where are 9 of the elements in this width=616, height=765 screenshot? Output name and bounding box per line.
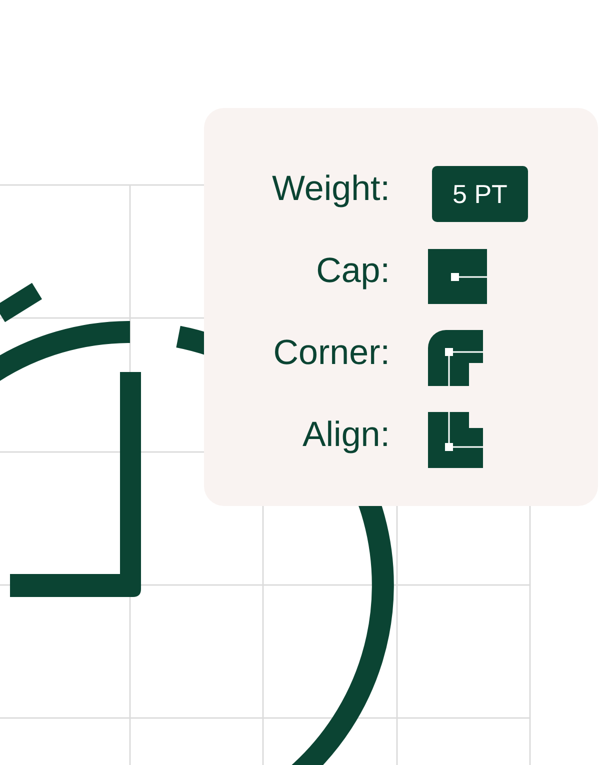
- weight-button[interactable]: 5 PT: [432, 166, 528, 222]
- row-label: Corner:: [273, 334, 390, 370]
- line-cap-icon[interactable]: [428, 248, 487, 304]
- row-label: Cap:: [316, 252, 390, 288]
- line-dash: [0, 282, 42, 322]
- row-label: Weight:: [272, 170, 390, 206]
- stroke-align-icon[interactable]: [428, 412, 483, 468]
- rounded-corner-icon[interactable]: [428, 330, 483, 386]
- row-label: Align:: [302, 416, 390, 452]
